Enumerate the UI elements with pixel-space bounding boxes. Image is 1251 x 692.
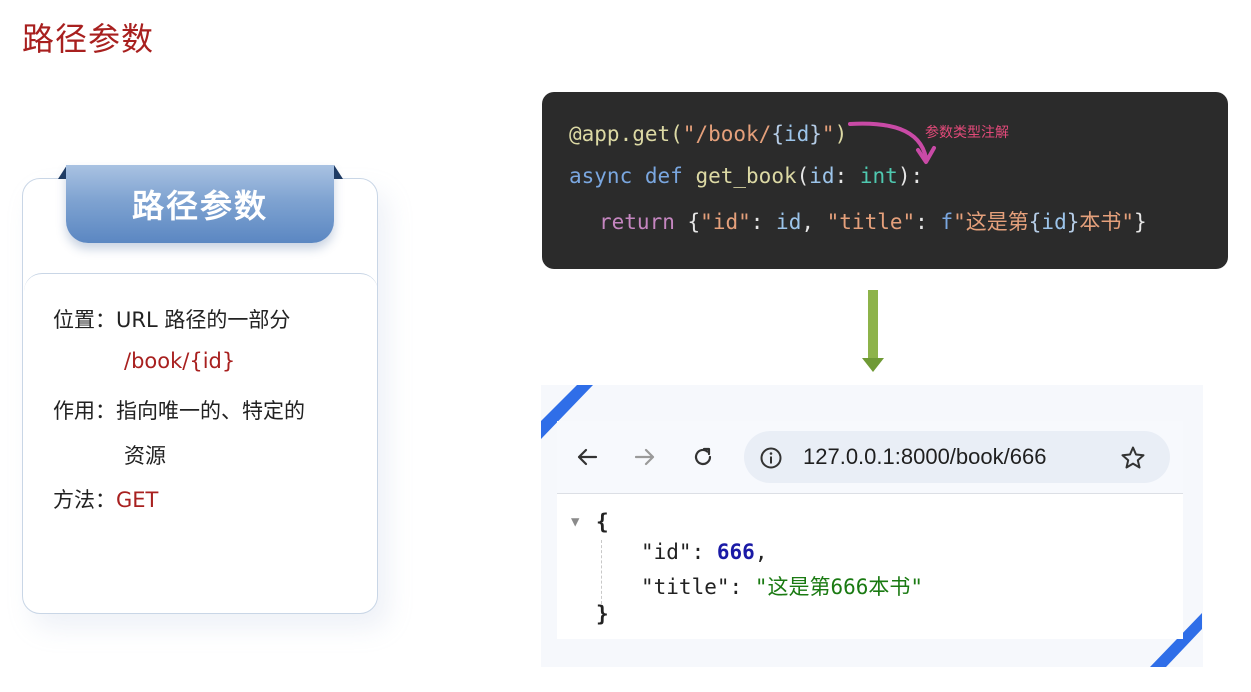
reload-button[interactable]: [688, 442, 718, 472]
code-brace: {: [771, 122, 784, 146]
code-colon: :: [750, 210, 777, 234]
method-label: 方法：: [53, 488, 116, 512]
card-heading-ribbon: 路径参数: [66, 165, 334, 243]
code-keyword-def: def: [644, 164, 683, 188]
code-brace: }: [1134, 210, 1147, 234]
purpose-label: 作用：: [53, 399, 116, 423]
json-line-id: "id": 666,: [641, 540, 768, 564]
code-path-string: "/book/: [682, 122, 772, 146]
code-param: id: [809, 164, 835, 188]
purpose-value: 指向唯一的、特定的: [116, 399, 305, 423]
position-label: 位置：: [53, 308, 116, 332]
code-keyword-async: async: [569, 164, 633, 188]
code-fstring-expr: id: [1041, 210, 1067, 234]
code-value-id: id: [776, 210, 802, 234]
code-brace: {: [1028, 210, 1042, 234]
position-example: /book/{id}: [124, 349, 236, 373]
purpose-value-2: 资源: [124, 444, 166, 468]
reload-icon: [694, 447, 712, 466]
code-keyword-return: return: [599, 210, 675, 234]
method-value: GET: [116, 488, 159, 512]
code-brace: {: [687, 210, 701, 234]
position-example-row: /book/{id}: [124, 349, 235, 373]
code-brace: }: [809, 122, 822, 146]
code-colon: :: [915, 210, 941, 234]
json-value-title: "这是第666本书": [754, 575, 924, 599]
code-line-1: @app.get("/book/{id}"): [569, 122, 847, 146]
json-collapse-toggle[interactable]: ▼: [571, 514, 579, 530]
code-key-title: "title": [826, 210, 916, 234]
code-fstring-part: "这是第: [953, 210, 1029, 234]
code-brace: }: [1066, 210, 1080, 234]
json-key-title: "title": [641, 575, 730, 599]
json-open-brace: {: [596, 510, 609, 534]
page-title: 路径参数: [22, 20, 155, 58]
position-value: URL 路径的一部分: [116, 308, 291, 332]
down-arrow-icon: [862, 290, 884, 372]
ribbon-fold-right: [334, 165, 343, 179]
method-row: 方法：GET: [53, 484, 158, 514]
code-fstring-prefix: f: [940, 210, 954, 234]
json-value-id: 666: [716, 540, 755, 564]
back-button[interactable]: [572, 442, 602, 472]
code-function-name: get_book: [695, 164, 797, 188]
code-param: id: [783, 122, 810, 146]
arrow-right-icon: [634, 448, 655, 466]
card-heading: 路径参数: [131, 187, 268, 225]
arrow-left-icon: [577, 448, 598, 466]
json-indent-guide: [601, 540, 602, 604]
json-line-title: "title": "这是第666本书": [641, 575, 924, 599]
json-close-brace: }: [596, 602, 609, 626]
code-paren: (: [796, 164, 810, 188]
info-icon[interactable]: [759, 446, 783, 470]
code-comma: ,: [801, 210, 827, 234]
star-icon[interactable]: [1120, 445, 1146, 471]
purpose-row: 作用：指向唯一的、特定的: [53, 395, 305, 425]
code-paren: ): [834, 122, 848, 146]
json-key-id: "id": [641, 540, 692, 564]
code-fstring-part: 本书": [1079, 210, 1135, 234]
code-decorator: @app.get(: [569, 122, 683, 146]
type-annotation-label: 参数类型注解: [925, 125, 1009, 141]
url-text[interactable]: 127.0.0.1:8000/book/666: [803, 444, 1046, 470]
purpose-row-2: 资源: [124, 440, 166, 470]
code-key-id: "id": [700, 210, 751, 234]
code-line-3: return {"id": id, "title": f"这是第{id}本书"}: [599, 206, 1147, 236]
forward-button[interactable]: [630, 442, 660, 472]
position-row: 位置：URL 路径的一部分: [53, 304, 290, 334]
code-path-string-end: ": [821, 122, 835, 146]
